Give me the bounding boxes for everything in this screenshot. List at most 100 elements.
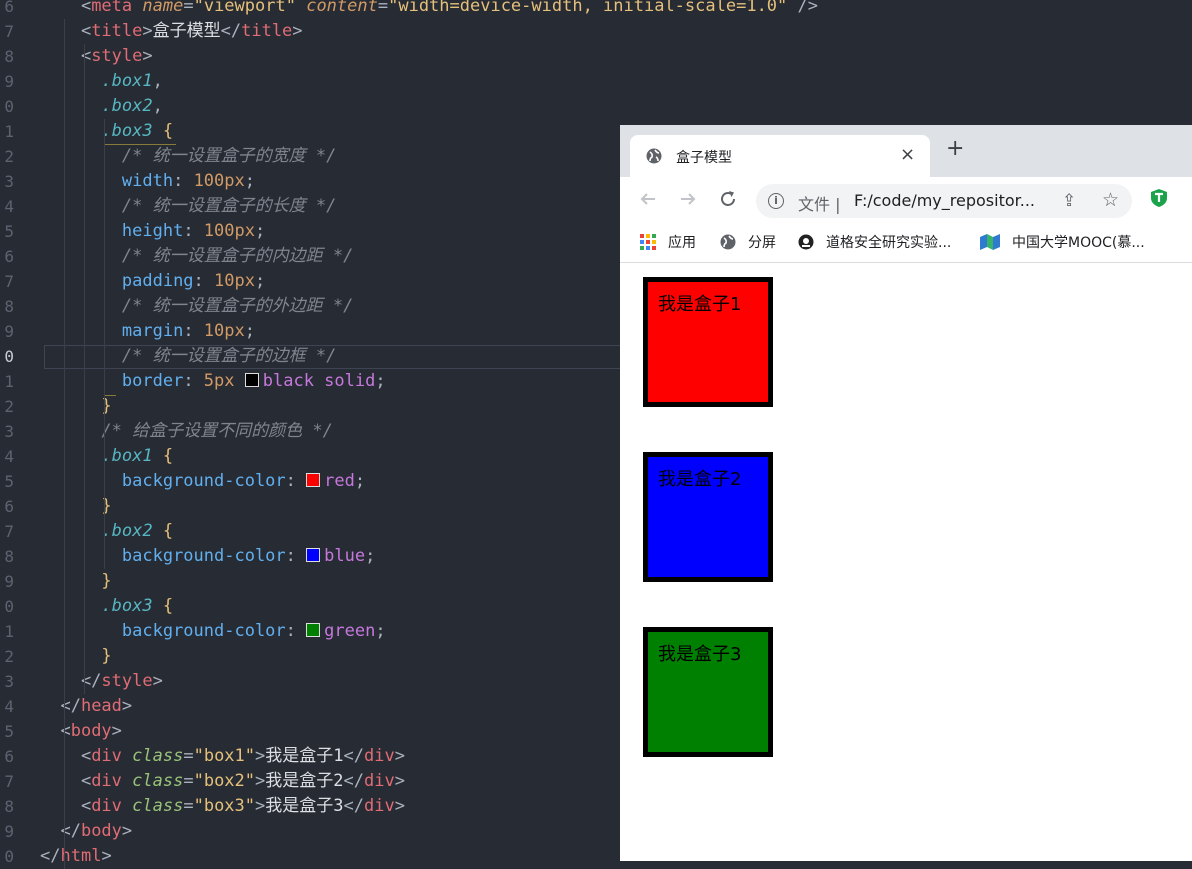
- line-number: 4: [4, 447, 14, 466]
- code-text: }: [40, 494, 112, 519]
- color-swatch-icon[interactable]: [306, 548, 321, 562]
- code-text: </head>: [40, 694, 132, 719]
- code-token: blue: [324, 546, 366, 566]
- code-text: .box3 {: [40, 119, 173, 144]
- tab-title: 盒子模型: [676, 150, 732, 166]
- bookmark-apps[interactable]: 应用: [640, 232, 696, 252]
- code-token: "box2": [193, 771, 256, 791]
- line-number: 9: [4, 72, 14, 91]
- code-token: 100px: [203, 221, 255, 241]
- code-token: ;: [244, 171, 255, 191]
- line-number: 9: [4, 322, 14, 341]
- code-token: div: [364, 796, 395, 816]
- code-token: {: [162, 121, 174, 141]
- code-token: =: [183, 796, 194, 816]
- code-token: div: [91, 796, 122, 816]
- line-number: 5: [4, 722, 14, 741]
- share-icon[interactable]: ⇪: [1062, 191, 1076, 211]
- line-number: 6: [4, 497, 14, 516]
- code-text: </html>: [40, 844, 112, 869]
- code-token: >: [394, 771, 405, 791]
- code-token: div: [364, 746, 395, 766]
- bookmark-security-lab[interactable]: 道格安全研究实验...: [798, 232, 951, 252]
- new-tab-button[interactable]: +: [946, 138, 964, 160]
- line-number: 4: [4, 697, 14, 716]
- line-number: 7: [4, 22, 14, 41]
- code-token: title: [91, 21, 143, 41]
- code-text: </style>: [40, 669, 163, 694]
- info-icon[interactable]: i: [768, 193, 784, 209]
- line-number: 9: [4, 572, 14, 591]
- line-number: 0: [4, 597, 14, 616]
- code-token: .box3: [101, 121, 153, 141]
- shield-extension-icon[interactable]: [1150, 188, 1168, 208]
- bookmark-label: 中国大学MOOC(慕...: [1012, 235, 1145, 251]
- code-text: <meta name="viewport" content="width=dev…: [40, 0, 818, 19]
- code-token: }: [101, 496, 112, 516]
- reload-icon[interactable]: [718, 189, 738, 209]
- code-text: background-color: green;: [40, 619, 386, 644]
- bookmark-label: 应用: [668, 235, 696, 251]
- color-swatch-icon[interactable]: [306, 473, 321, 487]
- code-token: =: [377, 0, 389, 16]
- code-token: :: [285, 471, 307, 491]
- code-text: .box1,: [40, 69, 162, 94]
- url-text[interactable]: F:/code/my_repositor...: [854, 191, 1035, 210]
- line-number: 7: [4, 522, 14, 541]
- code-token: >: [394, 746, 405, 766]
- code-token: style: [91, 46, 143, 66]
- url-scheme-label: 文件 |: [798, 195, 841, 214]
- bookmarks-bar: 应用 分屏 道格安全研究实验... 中国大学MOOC(慕...: [620, 223, 1192, 263]
- code-token: div: [91, 771, 122, 791]
- code-token: 100px: [193, 171, 245, 191]
- address-bar[interactable]: i 文件 | F:/code/my_repositor... ⇪ ☆: [756, 184, 1132, 218]
- code-token: </: [40, 846, 61, 866]
- close-icon[interactable]: ×: [900, 144, 915, 165]
- code-token: >: [121, 821, 133, 841]
- bookmark-star-icon[interactable]: ☆: [1102, 189, 1119, 211]
- code-token: <: [40, 21, 92, 41]
- bookmark-label: 分屏: [748, 235, 776, 251]
- bookmark-mooc[interactable]: 中国大学MOOC(慕...: [980, 232, 1145, 252]
- forward-arrow-icon[interactable]: [678, 189, 698, 209]
- code-token: ;: [354, 471, 366, 491]
- code-text: <style>: [40, 44, 153, 69]
- indent-guide: [64, 19, 65, 869]
- code-token: class: [132, 746, 184, 766]
- code-token: height: [121, 221, 184, 241]
- bookmark-split-screen[interactable]: 分屏: [720, 232, 776, 252]
- code-token: div: [364, 771, 395, 791]
- code-token: /* 统一设置盒子的外边距 */: [121, 296, 354, 316]
- code-token: ;: [375, 371, 386, 391]
- color-swatch-icon[interactable]: [244, 373, 259, 387]
- color-swatch-icon[interactable]: [306, 623, 321, 637]
- code-token: .box2: [101, 521, 153, 541]
- code-token: "box3": [193, 796, 256, 816]
- line-number: 3: [4, 422, 14, 441]
- tab-active[interactable]: 盒子模型 ×: [630, 135, 930, 177]
- code-token: "box1": [193, 746, 256, 766]
- code-token: margin: [121, 321, 184, 341]
- apps-grid-icon: [640, 234, 656, 250]
- code-token: class: [132, 796, 184, 816]
- code-token: }: [101, 396, 112, 416]
- code-token: "viewport": [193, 0, 296, 16]
- code-token: </: [40, 821, 81, 841]
- back-arrow-icon[interactable]: [638, 189, 658, 209]
- code-token: =: [183, 746, 194, 766]
